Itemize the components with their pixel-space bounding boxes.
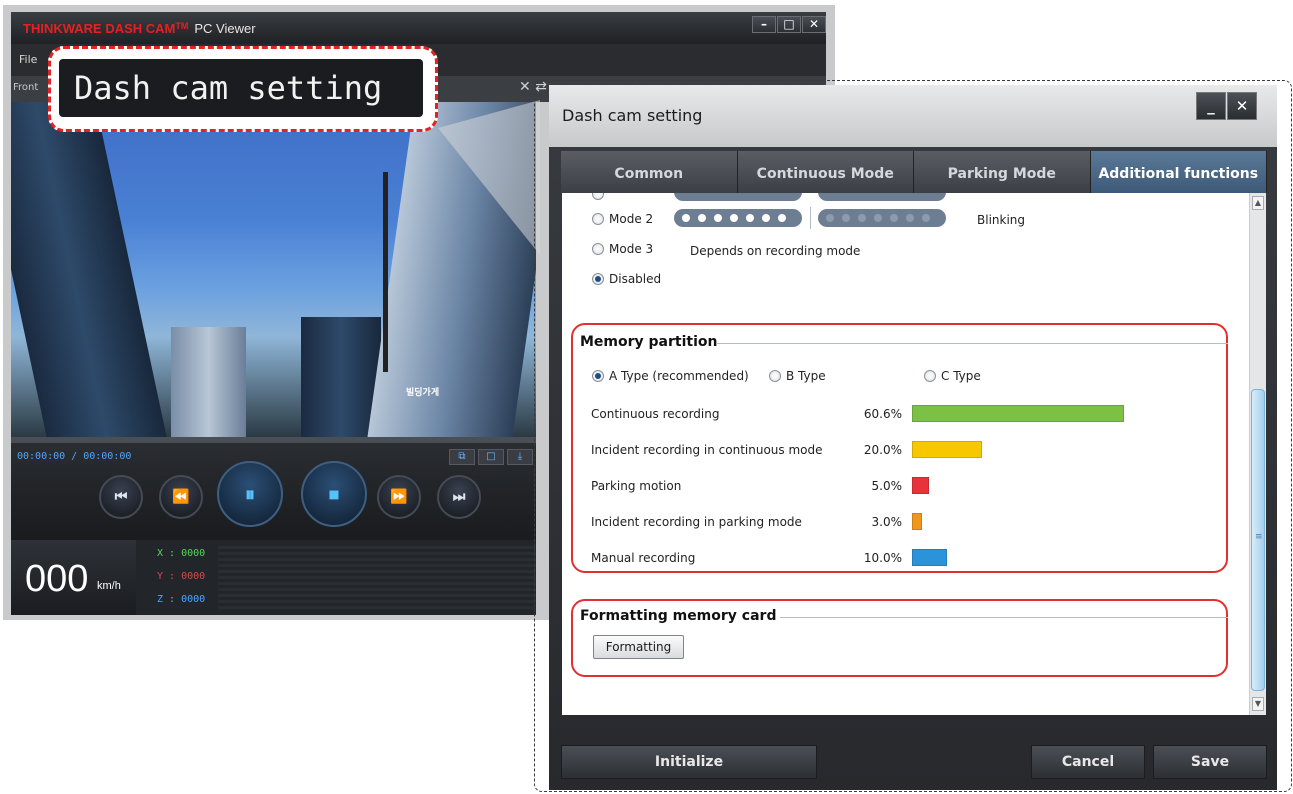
- led-dot: [874, 214, 882, 222]
- led-dot: [826, 214, 834, 222]
- partition-percent: 10.0%: [863, 551, 902, 565]
- partition-label: Incident recording in continuous mode: [591, 443, 823, 457]
- led-dot: [746, 214, 754, 222]
- scroll-down-icon[interactable]: ▼: [1252, 697, 1264, 711]
- tab-parking-mode[interactable]: Parking Mode: [914, 151, 1091, 193]
- b-type-radio[interactable]: [769, 370, 781, 382]
- callout-highlight: Dash cam setting: [48, 46, 438, 132]
- partition-percent: 3.0%: [871, 515, 903, 529]
- led-mode-2-label: Mode 2: [609, 212, 654, 226]
- led-mode-3-description: Depends on recording mode: [690, 244, 861, 258]
- callout-label-box: Dash cam setting: [59, 59, 423, 117]
- grip-icon: ≡: [1255, 532, 1263, 542]
- partition-label: Manual recording: [591, 551, 696, 565]
- led-dot: [714, 214, 722, 222]
- dialog-minimize-button[interactable]: _: [1196, 92, 1226, 120]
- partition-bar: [912, 513, 923, 530]
- led-dot: [698, 214, 706, 222]
- c-type-radio[interactable]: [924, 370, 936, 382]
- led-mode-2-description: Blinking: [977, 213, 1026, 227]
- led-dot: [906, 214, 914, 222]
- tab-continuous-mode[interactable]: Continuous Mode: [737, 151, 914, 193]
- partition-label: Parking motion: [591, 479, 682, 493]
- led-indicator-mode-2: [674, 209, 802, 227]
- led-disabled-label: Disabled: [609, 272, 662, 286]
- led-dot: [858, 214, 866, 222]
- dialog-title: Dash cam setting: [562, 106, 703, 125]
- section-divider: [716, 343, 1228, 344]
- led-mode-2-radio[interactable]: [592, 213, 604, 225]
- dialog-titlebar: Dash cam setting _ ✕: [549, 85, 1277, 147]
- dash-cam-setting-dialog: Dash cam setting _ ✕ Common Continuous M…: [549, 85, 1277, 790]
- section-divider: [780, 617, 1228, 618]
- cancel-button[interactable]: Cancel: [1031, 745, 1145, 779]
- c-type-label: C Type: [941, 369, 981, 383]
- tab-additional-functions[interactable]: Additional functions: [1090, 151, 1267, 193]
- led-dot: [922, 214, 930, 222]
- partition-percent: 60.6%: [863, 407, 902, 421]
- partition-bar: [912, 549, 947, 566]
- dialog-close-button[interactable]: ✕: [1227, 92, 1257, 120]
- save-button[interactable]: Save: [1153, 745, 1267, 779]
- partition-bar: [912, 477, 930, 494]
- initialize-button[interactable]: Initialize: [561, 745, 817, 779]
- partition-percent: 20.0%: [863, 443, 902, 457]
- led-dot: [762, 214, 770, 222]
- vertical-scrollbar[interactable]: ▲ ≡ ▼: [1249, 193, 1266, 715]
- callout-text: Dash cam setting: [74, 69, 383, 107]
- led-indicator-mode-2-secondary: [818, 209, 946, 227]
- led-dot: [682, 214, 690, 222]
- led-mode-3-label: Mode 3: [609, 242, 654, 256]
- b-type-label: B Type: [786, 369, 826, 383]
- formatting-button[interactable]: Formatting: [593, 635, 684, 659]
- tab-common[interactable]: Common: [561, 151, 738, 193]
- led-indicator-mode-1-secondary: [818, 193, 946, 201]
- partition-label: Incident recording in parking mode: [591, 515, 802, 529]
- settings-tabs: Common Continuous Mode Parking Mode Addi…: [561, 151, 1267, 193]
- partition-bar: [912, 441, 982, 458]
- led-dot: [842, 214, 850, 222]
- a-type-label: A Type (recommended): [609, 369, 749, 383]
- settings-content: Mode 2 Blinking Mode 3 Depends on record…: [562, 193, 1266, 715]
- partition-bar: [912, 405, 1124, 422]
- led-dot: [730, 214, 738, 222]
- led-mode-1-radio[interactable]: [592, 193, 604, 200]
- led-divider: [810, 207, 811, 229]
- dialog-footer: Initialize Cancel Save: [549, 715, 1277, 790]
- formatting-title: Formatting memory card: [580, 608, 777, 624]
- led-mode-3-radio[interactable]: [592, 243, 604, 255]
- scrollbar-thumb[interactable]: ≡: [1251, 389, 1265, 691]
- stage: THINKWARE DASH CAMTM PC Viewer – □ ✕ File…: [0, 0, 1293, 794]
- partition-label: Continuous recording: [591, 407, 720, 421]
- led-dot: [890, 214, 898, 222]
- led-indicator-mode-1: [674, 193, 802, 201]
- a-type-radio[interactable]: [592, 370, 604, 382]
- led-disabled-radio[interactable]: [592, 273, 604, 285]
- led-dot: [778, 214, 786, 222]
- memory-partition-title: Memory partition: [580, 334, 718, 350]
- partition-percent: 5.0%: [871, 479, 903, 493]
- scroll-up-icon[interactable]: ▲: [1252, 196, 1264, 210]
